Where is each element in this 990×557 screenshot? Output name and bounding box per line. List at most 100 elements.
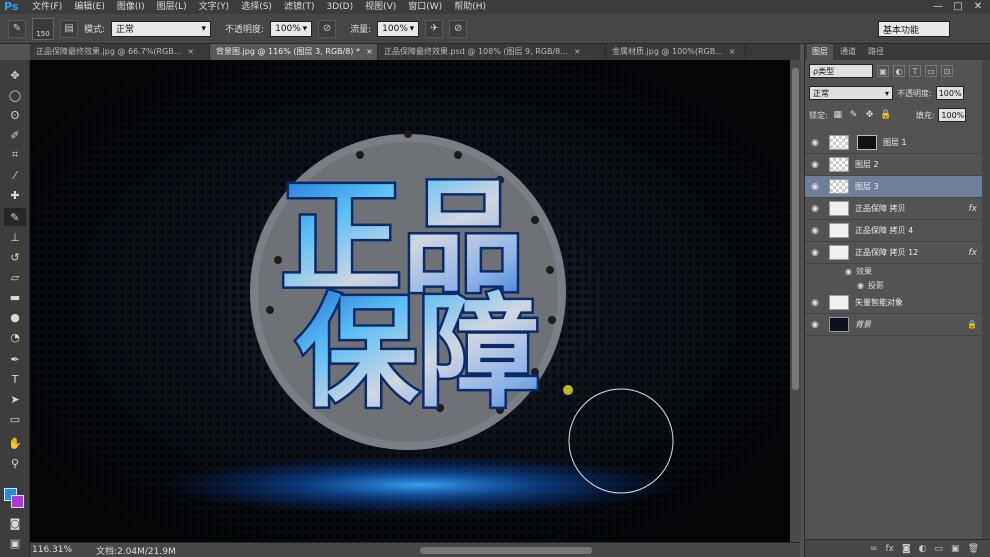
brush-size-picker[interactable]: 150 (32, 17, 54, 40)
eye-icon[interactable]: ◉ (805, 138, 825, 148)
add-mask-icon[interactable]: ◙ (902, 544, 911, 554)
tab-document-3[interactable]: 正品保障最终效果.psd @ 108% (图层 9, RGB/8... × (378, 44, 606, 60)
eye-icon[interactable]: ◉ (805, 182, 825, 192)
fx-icon[interactable]: fx (969, 204, 978, 214)
eye-icon[interactable]: ◉ (805, 160, 825, 170)
trash-icon[interactable]: 🗑 (968, 544, 979, 554)
tab-channels[interactable]: 通道 (835, 44, 861, 60)
zoom-level[interactable]: 116.31% (32, 545, 72, 555)
minimize-button[interactable]: — (930, 1, 946, 13)
pressure-size-icon[interactable]: ⊘ (449, 19, 468, 38)
link-icon[interactable]: ∞ (870, 544, 878, 554)
background-color-swatch[interactable] (11, 495, 24, 508)
layer-row-selected[interactable]: ◉ 图层 3 (805, 176, 990, 198)
flow-input[interactable]: 100% ▾ (377, 20, 420, 37)
brush-icon[interactable]: ✎ (4, 208, 26, 226)
close-button[interactable]: ✕ (970, 1, 986, 13)
layer-row[interactable]: ◉ 图层 1 (805, 132, 990, 154)
maximize-button[interactable]: □ (950, 1, 966, 13)
eye-icon[interactable]: ◉ (805, 226, 825, 236)
fx-icon[interactable]: fx (969, 248, 978, 258)
scroll-thumb[interactable] (792, 68, 799, 390)
tab-document-4[interactable]: 金属材质.jpg @ 100%(RGB... × (606, 44, 746, 60)
fx-icon[interactable]: fx (885, 544, 894, 554)
screen-mode-icon[interactable]: ▣ (4, 534, 26, 552)
healing-brush-icon[interactable]: ✚ (4, 186, 26, 204)
layer-opacity-input[interactable]: 100% (935, 86, 964, 100)
hand-icon[interactable]: ✋ (4, 434, 26, 452)
layer-row[interactable]: ◉ 正品保障 拷贝 4 (805, 220, 990, 242)
menu-type[interactable]: 文字(Y) (193, 0, 236, 14)
layer-row[interactable]: ◉ 矢量智能对象 (805, 292, 990, 314)
gradient-icon[interactable]: ▬ (4, 288, 26, 306)
vertical-scrollbar[interactable] (790, 60, 801, 542)
pen-icon[interactable]: ✒ (4, 350, 26, 368)
stamp-icon[interactable]: ⊥ (4, 228, 26, 246)
zoom-icon[interactable]: ⚲ (4, 454, 26, 472)
history-brush-icon[interactable]: ↺ (4, 248, 26, 266)
eye-icon[interactable]: ◉ (805, 298, 825, 308)
ellipse-marquee-icon[interactable]: ◯ (4, 86, 26, 104)
tab-document-1[interactable]: 正品保障最终效果.jpg @ 66.7%(RGB... × (30, 44, 210, 60)
filter-adjust-icon[interactable]: ◐ (893, 65, 905, 77)
layer-row[interactable]: ◉ 图层 2 (805, 154, 990, 176)
eye-icon[interactable]: ◉ (805, 204, 825, 214)
lock-transparent-icon[interactable]: ▦ (832, 109, 844, 121)
menu-image[interactable]: 图像(I) (111, 0, 151, 14)
pressure-opacity-icon[interactable]: ⊘ (318, 19, 337, 38)
brush-tool-icon[interactable]: ✎ (8, 19, 26, 38)
menu-3d[interactable]: 3D(D) (320, 0, 359, 14)
document-canvas[interactable]: 正品 保障 (30, 60, 790, 542)
drop-shadow-row[interactable]: ◉ 投影 (805, 278, 990, 292)
horizontal-scroll-thumb[interactable] (420, 547, 592, 554)
new-layer-icon[interactable]: ▣ (951, 544, 960, 554)
filter-smart-icon[interactable]: ⊡ (941, 65, 953, 77)
tab-layers[interactable]: 图层 (807, 44, 833, 60)
folder-icon[interactable]: ▭ (935, 544, 944, 554)
move-tool-icon[interactable]: ✥ (4, 66, 26, 84)
lock-position-icon[interactable]: ✥ (864, 109, 876, 121)
menu-select[interactable]: 选择(S) (235, 0, 278, 14)
eye-icon[interactable]: ◉ (845, 267, 852, 276)
filter-shape-icon[interactable]: ▭ (925, 65, 937, 77)
layer-row[interactable]: ◉ 正品保障 拷贝 fx (805, 198, 990, 220)
layer-row[interactable]: ◉ 正品保障 拷贝 12 fx (805, 242, 990, 264)
blur-icon[interactable]: ● (4, 308, 26, 326)
close-icon[interactable]: × (729, 47, 736, 56)
airbrush-icon[interactable]: ✈ (425, 19, 444, 38)
menu-view[interactable]: 视图(V) (359, 0, 402, 14)
crop-icon[interactable]: ⌗ (4, 146, 26, 164)
layer-mask-thumbnail[interactable] (857, 135, 877, 150)
tab-document-2[interactable]: 背景图.jpg @ 116% (图层 3, RGB/8) * × (210, 44, 378, 60)
eyedropper-icon[interactable]: ⁄ (4, 166, 26, 184)
close-icon[interactable]: × (574, 47, 581, 56)
dodge-icon[interactable]: ◔ (4, 328, 26, 346)
close-icon[interactable]: × (366, 47, 373, 56)
type-tool-icon[interactable]: T (4, 370, 26, 388)
fill-input[interactable]: 100% (938, 108, 967, 122)
tab-paths[interactable]: 路径 (863, 44, 889, 60)
eye-icon[interactable]: ◉ (805, 320, 825, 330)
menu-help[interactable]: 帮助(H) (448, 0, 492, 14)
eraser-icon[interactable]: ▱ (4, 268, 26, 286)
quick-select-icon[interactable]: ✐ (4, 126, 26, 144)
lock-pixels-icon[interactable]: ✎ (848, 109, 860, 121)
panel-scrollbar[interactable] (982, 60, 990, 539)
blend-mode-select[interactable]: 正常 ▾ (809, 86, 893, 100)
path-select-icon[interactable]: ➤ (4, 390, 26, 408)
layer-kind-select[interactable]: ρ类型 (809, 64, 873, 78)
eye-icon[interactable]: ◉ (857, 281, 864, 290)
eye-icon[interactable]: ◉ (805, 248, 825, 258)
menu-edit[interactable]: 编辑(E) (68, 0, 111, 14)
menu-filter[interactable]: 滤镜(T) (278, 0, 321, 14)
adjustment-icon[interactable]: ◐ (919, 544, 927, 554)
filter-pixel-icon[interactable]: ▣ (877, 65, 889, 77)
rectangle-icon[interactable]: ▭ (4, 410, 26, 428)
menu-file[interactable]: 文件(F) (26, 0, 68, 14)
filter-type-icon[interactable]: T (909, 65, 921, 77)
menu-layer[interactable]: 图层(L) (151, 0, 193, 14)
workspace-select[interactable]: 基本功能 (878, 21, 950, 37)
menu-window[interactable]: 窗口(W) (402, 0, 448, 14)
quick-mask-icon[interactable]: ◙ (4, 514, 26, 532)
lock-all-icon[interactable]: 🔒 (880, 109, 892, 121)
